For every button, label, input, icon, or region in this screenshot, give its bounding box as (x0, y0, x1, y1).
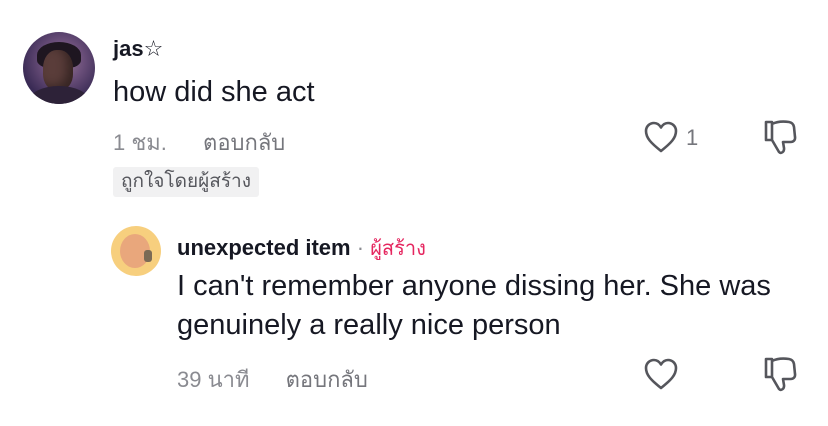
heart-icon (643, 120, 679, 154)
reply-button[interactable]: ตอบกลับ (286, 367, 368, 392)
avatar[interactable] (111, 226, 161, 276)
comment-username[interactable]: jas☆ (113, 36, 163, 62)
heart-icon (643, 357, 679, 391)
comment-text: how did she act (113, 76, 315, 108)
comment-meta: 1 ชม. ตอบกลับ (113, 125, 285, 160)
reply-button[interactable]: ตอบกลับ (203, 130, 285, 155)
like-count: 1 (686, 125, 699, 150)
liked-by-creator-badge: ถูกใจโดยผู้สร้าง (113, 167, 259, 197)
like-button[interactable] (643, 357, 679, 391)
reply-author: unexpected item · ผู้สร้าง (177, 232, 426, 264)
reply-timestamp: 39 นาที (177, 367, 250, 392)
separator: · (356, 235, 365, 260)
dislike-icon (762, 355, 798, 393)
comment-timestamp: 1 ชม. (113, 130, 167, 155)
reply-meta: 39 นาที ตอบกลับ (177, 362, 368, 397)
dislike-button[interactable] (762, 355, 798, 393)
like-button[interactable] (643, 120, 679, 154)
dislike-button[interactable] (762, 118, 798, 156)
avatar[interactable] (23, 32, 95, 104)
creator-tag: ผู้สร้าง (370, 238, 426, 260)
dislike-icon (762, 118, 798, 156)
reply-text: I can't remember anyone dissing her. She… (177, 270, 771, 341)
reply-username[interactable]: unexpected item (177, 235, 351, 260)
